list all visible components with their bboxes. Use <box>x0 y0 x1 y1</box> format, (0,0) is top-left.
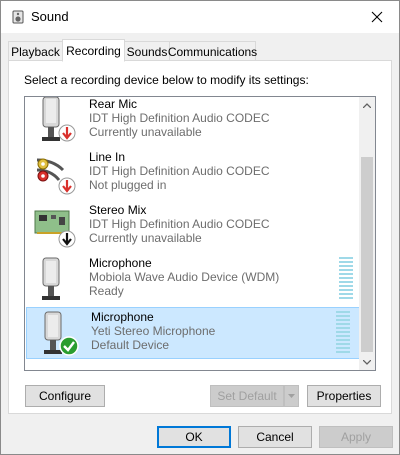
device-status: Default Device <box>91 338 170 352</box>
scroll-thumb[interactable] <box>361 157 373 352</box>
device-name: Rear Mic <box>89 97 138 111</box>
list-item-line-in[interactable]: Line In IDT High Definition Audio CODEC … <box>25 148 362 200</box>
speaker-icon <box>12 10 24 24</box>
tab-communications[interactable]: Communications <box>168 41 257 61</box>
tab-playback[interactable]: Playback <box>8 41 63 61</box>
list-item-rear-mic[interactable]: Rear Mic IDT High Definition Audio CODEC… <box>25 97 362 147</box>
rca-cable-icon <box>36 158 76 195</box>
ok-button[interactable]: OK <box>157 426 231 448</box>
microphone-icon <box>42 97 76 142</box>
close-button[interactable] <box>355 1 399 33</box>
device-description: Mobiola Wave Audio Device (WDM) <box>89 270 280 284</box>
device-status: Not plugged in <box>89 178 167 192</box>
level-meter <box>336 311 350 355</box>
title-bar: Sound <box>1 1 399 33</box>
chevron-up-icon <box>363 102 371 108</box>
device-name: Microphone <box>91 310 154 324</box>
device-status: Currently unavailable <box>89 231 202 245</box>
microphone-icon <box>42 257 60 300</box>
scroll-down-button[interactable] <box>359 354 375 370</box>
device-description: IDT High Definition Audio CODEC <box>89 111 270 125</box>
device-status: Currently unavailable <box>89 125 202 139</box>
tab-recording[interactable]: Recording <box>62 39 125 62</box>
list-item-microphone-mobiola[interactable]: Microphone Mobiola Wave Audio Device (WD… <box>25 254 362 306</box>
tab-sounds[interactable]: Sounds <box>124 41 170 61</box>
instruction-text: Select a recording device below to modif… <box>24 73 309 87</box>
set-default-button[interactable]: Set Default <box>210 385 284 407</box>
device-name: Stereo Mix <box>89 203 147 217</box>
device-description: IDT High Definition Audio CODEC <box>89 217 270 231</box>
sound-dialog: Sound Playback Recording Sounds Communic… <box>0 0 400 455</box>
device-name: Microphone <box>89 256 152 270</box>
device-description: IDT High Definition Audio CODEC <box>89 164 270 178</box>
microphone-icon <box>44 311 79 356</box>
recording-panel: Select a recording device below to modif… <box>8 60 392 414</box>
close-icon <box>371 11 383 23</box>
level-meter <box>339 257 353 301</box>
set-default-dropdown-button[interactable] <box>284 385 299 407</box>
chevron-down-icon <box>363 359 371 365</box>
list-item-stereo-mix[interactable]: Stereo Mix IDT High Definition Audio COD… <box>25 201 362 253</box>
window-title: Sound <box>31 9 69 24</box>
device-name: Line In <box>89 150 126 164</box>
cancel-button[interactable]: Cancel <box>238 426 312 448</box>
device-list[interactable]: Rear Mic IDT High Definition Audio CODEC… <box>24 96 376 371</box>
apply-button[interactable]: Apply <box>319 426 393 448</box>
device-description: Yeti Stereo Microphone <box>91 324 216 338</box>
chevron-down-icon <box>288 394 295 398</box>
configure-button[interactable]: Configure <box>25 385 105 407</box>
vertical-scrollbar[interactable] <box>359 97 375 370</box>
tab-strip: Playback Recording Sounds Communications <box>1 39 399 62</box>
device-status: Ready <box>89 284 124 298</box>
sound-card-icon <box>34 210 76 248</box>
properties-button[interactable]: Properties <box>307 385 381 407</box>
scroll-up-button[interactable] <box>359 97 375 113</box>
list-item-microphone-yeti[interactable]: Microphone Yeti Stereo Microphone Defaul… <box>26 307 360 359</box>
